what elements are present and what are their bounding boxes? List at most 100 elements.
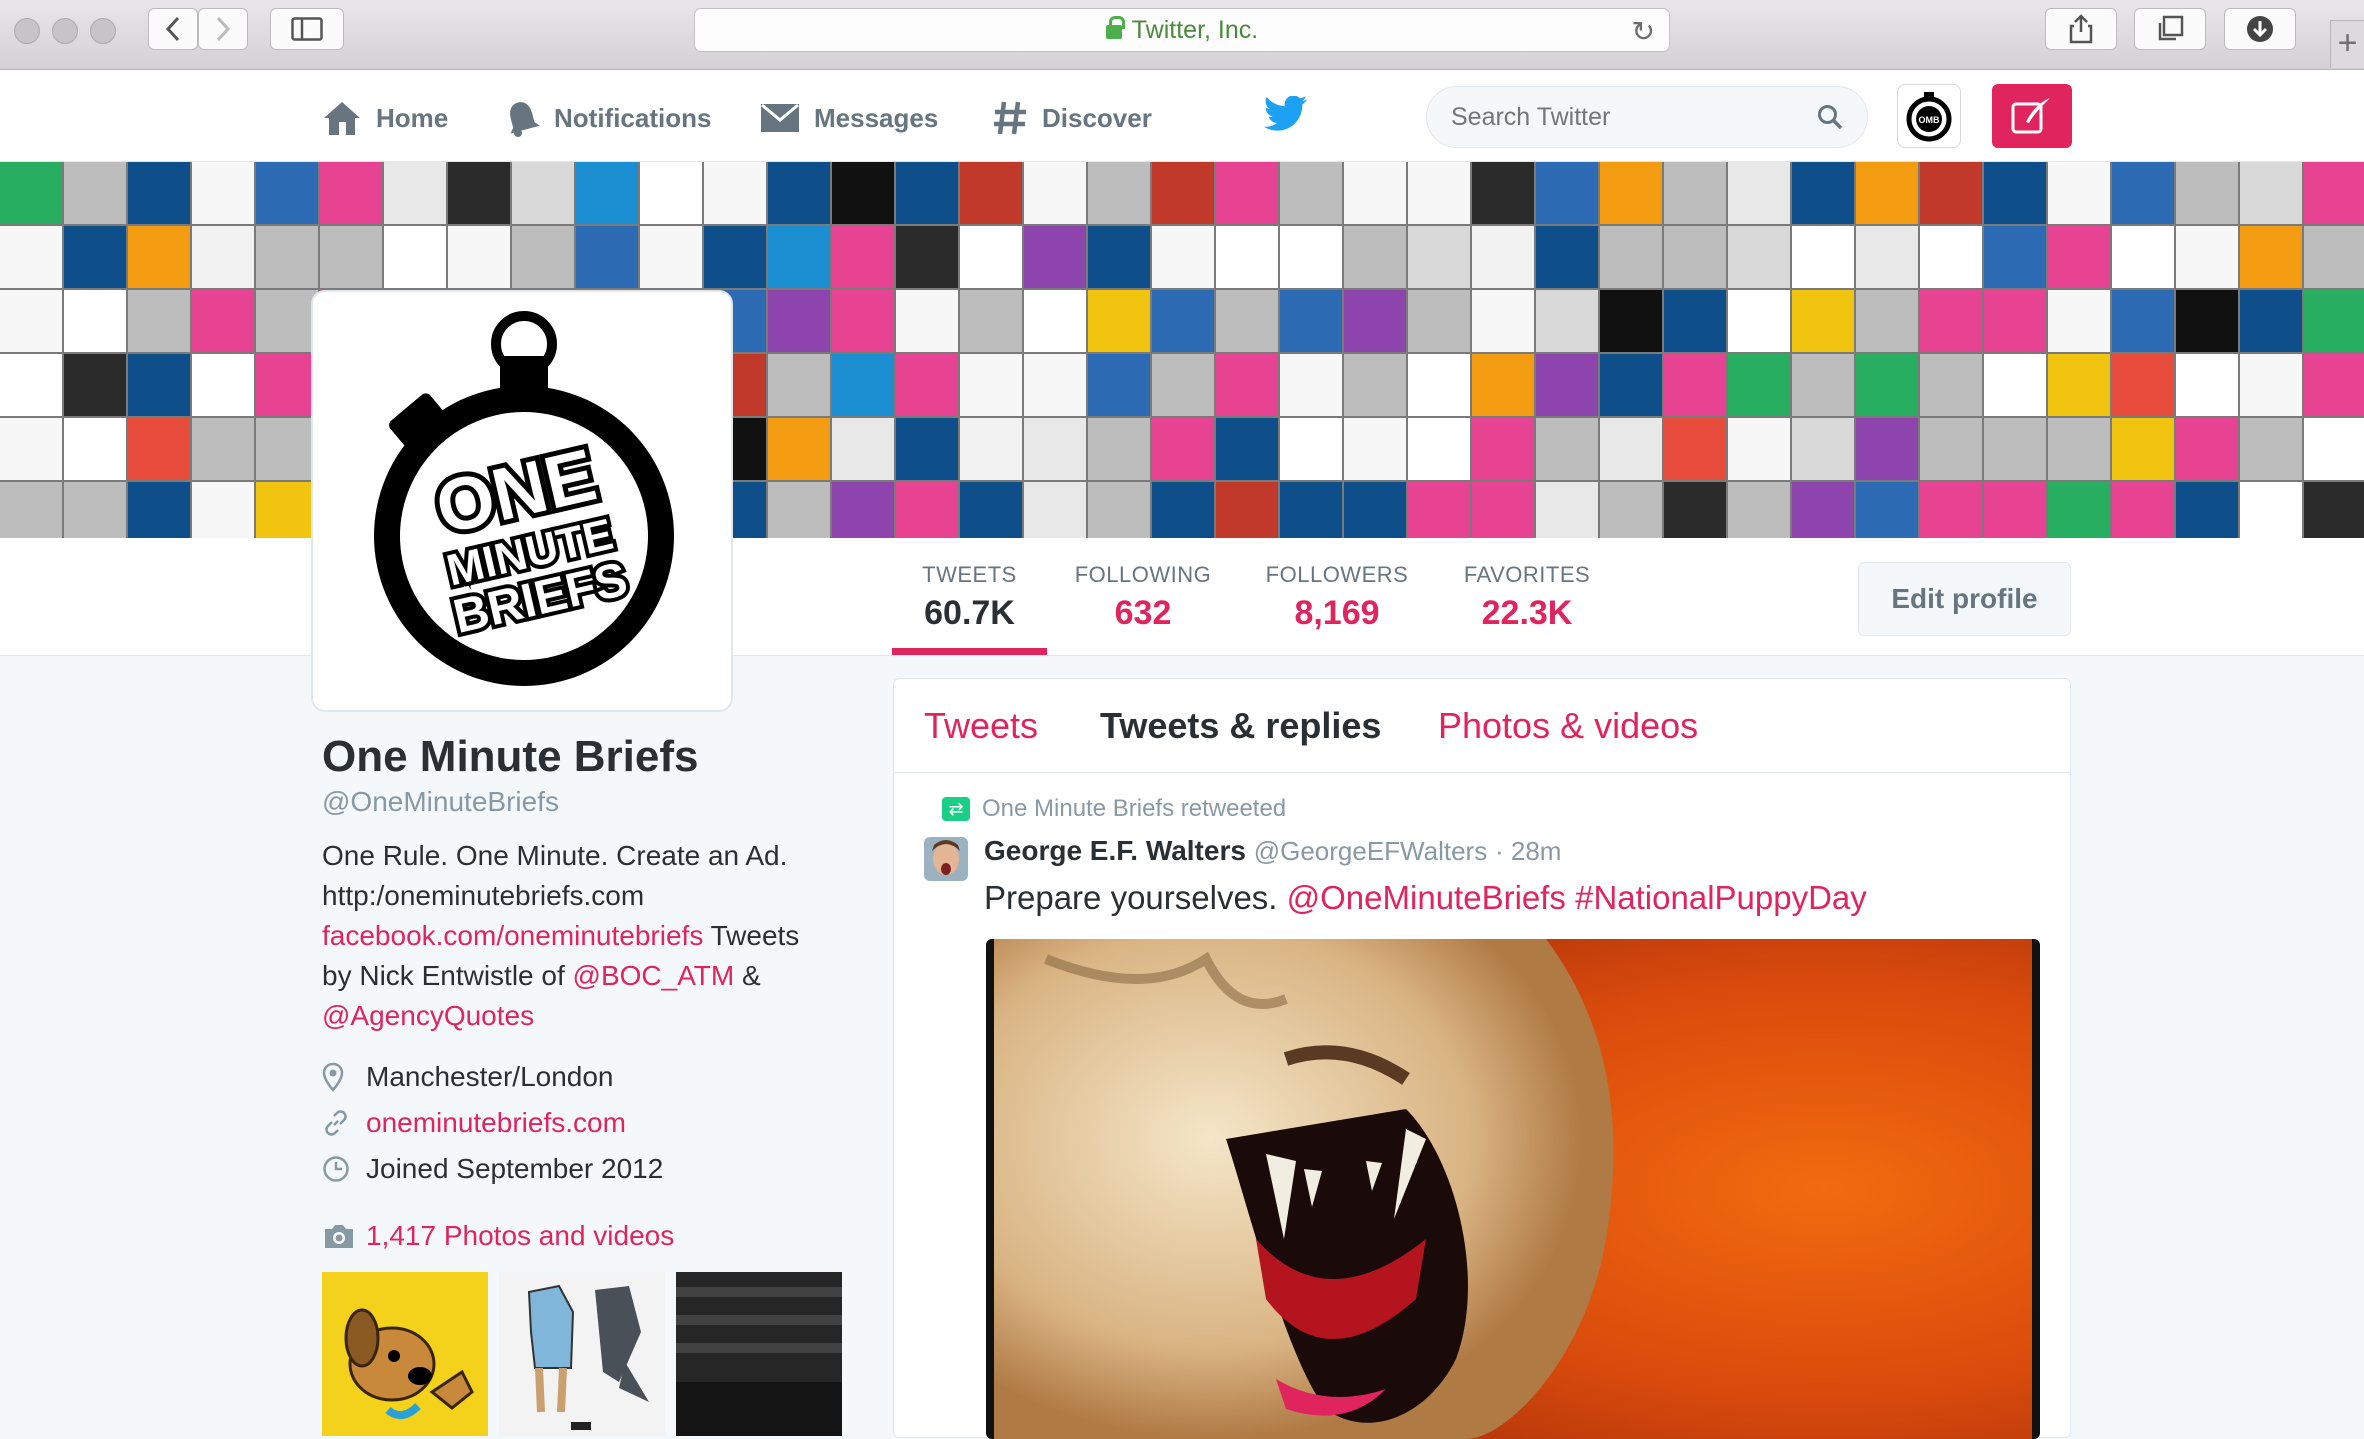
sidebar-button[interactable] xyxy=(270,8,344,50)
search-icon[interactable] xyxy=(1817,104,1843,130)
banner-tile xyxy=(832,162,894,224)
banner-tile xyxy=(0,162,62,224)
banner-tile xyxy=(832,354,894,416)
banner-tile xyxy=(2112,354,2174,416)
bio-line-4: by Nick Entwistle of @BOC_ATM & xyxy=(322,956,842,996)
back-button[interactable] xyxy=(148,8,198,50)
edit-profile-button[interactable]: Edit profile xyxy=(1858,562,2071,636)
banner-tile xyxy=(256,290,318,352)
stat-tweets[interactable]: TWEETS 60.7K xyxy=(892,562,1047,633)
clock-icon xyxy=(323,1156,349,1182)
banner-tile xyxy=(1664,418,1726,480)
url-text: Twitter, Inc. xyxy=(1131,15,1259,44)
one-minute-briefs-logo: ONE MINUTE BRIEFS xyxy=(374,311,674,686)
forward-button[interactable] xyxy=(198,8,248,50)
tweet-timestamp[interactable]: · 28m xyxy=(1495,836,1561,866)
banner-tile xyxy=(1344,418,1406,480)
banner-tile xyxy=(64,162,126,224)
banner-tile xyxy=(1728,162,1790,224)
profile-meta: Manchester/London oneminutebriefs.com Jo… xyxy=(322,1054,842,1192)
retweeted-by-text[interactable]: One Minute Briefs retweeted xyxy=(982,795,1286,823)
photo-thumb-dog[interactable] xyxy=(322,1272,488,1436)
tweet-author-handle[interactable]: @GeorgeEFWalters xyxy=(1254,836,1488,866)
banner-tile xyxy=(64,226,126,288)
photos-and-videos-link[interactable]: 1,417 Photos and videos xyxy=(322,1220,842,1252)
banner-tile xyxy=(1088,290,1150,352)
address-bar[interactable]: Twitter, Inc. ↻ xyxy=(694,8,1670,52)
search-input[interactable] xyxy=(1451,102,1817,132)
banner-tile xyxy=(1472,226,1534,288)
banner-tile xyxy=(256,226,318,288)
banner-tile xyxy=(1536,482,1598,538)
nav-messages[interactable]: Messages xyxy=(760,98,938,138)
tweet-hashtag[interactable]: #NationalPuppyDay xyxy=(1575,879,1867,916)
downloads-button[interactable] xyxy=(2224,8,2296,50)
banner-tile xyxy=(640,162,702,224)
banner-tile xyxy=(1792,482,1854,538)
close-window-button[interactable] xyxy=(14,18,40,44)
banner-tile xyxy=(0,418,62,480)
banner-tile xyxy=(2240,226,2302,288)
nav-discover[interactable]: Discover xyxy=(992,98,1152,138)
joined-row: Joined September 2012 xyxy=(322,1146,842,1192)
retweet-icon: ⇄ xyxy=(942,797,970,821)
bio-agency-mention[interactable]: @AgencyQuotes xyxy=(322,1000,534,1031)
messages-icon xyxy=(761,103,799,132)
banner-tile xyxy=(1600,290,1662,352)
tweet-mention[interactable]: @OneMinuteBriefs xyxy=(1287,879,1566,916)
browser-toolbar: Twitter, Inc. ↻ + xyxy=(0,0,2364,70)
banner-tile xyxy=(1088,226,1150,288)
author-photo xyxy=(924,837,968,881)
banner-tile xyxy=(1984,354,2046,416)
tweet-author-avatar[interactable] xyxy=(924,837,968,881)
banner-tile xyxy=(2048,354,2110,416)
profile-avatar[interactable]: ONE MINUTE BRIEFS xyxy=(311,290,733,712)
banner-tile xyxy=(2304,418,2364,480)
new-tab-button[interactable]: + xyxy=(2330,20,2364,68)
reload-icon[interactable]: ↻ xyxy=(1632,15,1655,48)
nav-discover-label: Discover xyxy=(1042,102,1152,133)
stat-following[interactable]: FOLLOWING 632 xyxy=(1068,562,1218,633)
profile-handle[interactable]: @OneMinuteBriefs xyxy=(322,786,842,818)
stat-followers-value: 8,169 xyxy=(1294,594,1380,632)
zoom-window-button[interactable] xyxy=(90,18,116,44)
search-box[interactable] xyxy=(1426,86,1868,148)
banner-tile xyxy=(1920,290,1982,352)
profile-name[interactable]: One Minute Briefs xyxy=(322,732,842,782)
tweet-author-name[interactable]: George E.F. Walters xyxy=(984,835,1246,866)
stat-favorites[interactable]: FAVORITES 22.3K xyxy=(1452,562,1602,633)
banner-tile xyxy=(896,482,958,538)
stopwatch-logo-icon: OMB xyxy=(1906,92,1952,142)
notifications-icon xyxy=(510,102,540,137)
banner-tile xyxy=(128,162,190,224)
nav-home[interactable]: Home xyxy=(322,98,448,138)
tab-photos-and-videos[interactable]: Photos & videos xyxy=(1438,705,1698,747)
share-button[interactable] xyxy=(2045,8,2117,50)
banner-tile xyxy=(960,482,1022,538)
photo-thumb-cups[interactable] xyxy=(676,1272,842,1436)
banner-tile xyxy=(1600,354,1662,416)
banner-tile xyxy=(1856,354,1918,416)
nav-notifications[interactable]: Notifications xyxy=(504,98,711,138)
banner-tile xyxy=(1664,162,1726,224)
tab-tweets-and-replies[interactable]: Tweets & replies xyxy=(1100,705,1381,747)
banner-tile xyxy=(1664,482,1726,538)
twitter-bird-icon[interactable] xyxy=(1263,95,1308,137)
banner-tile xyxy=(256,354,318,416)
banner-tile xyxy=(896,162,958,224)
banner-tile xyxy=(960,162,1022,224)
account-avatar-button[interactable]: OMB xyxy=(1897,84,1961,148)
photo-thumb-jacket[interactable] xyxy=(499,1272,665,1436)
banner-tile xyxy=(768,226,830,288)
tab-tweets[interactable]: Tweets xyxy=(924,705,1038,747)
bio-facebook-link[interactable]: facebook.com/oneminutebriefs xyxy=(322,920,703,951)
bio-boc-mention[interactable]: @BOC_ATM xyxy=(573,960,735,991)
profile-website-link[interactable]: oneminutebriefs.com xyxy=(366,1107,626,1139)
tabs-overview-button[interactable] xyxy=(2134,8,2206,50)
banner-tile xyxy=(320,162,382,224)
tweet-media[interactable] xyxy=(986,939,2040,1439)
minimize-window-button[interactable] xyxy=(52,18,78,44)
compose-tweet-button[interactable] xyxy=(1992,84,2072,148)
stat-followers[interactable]: FOLLOWERS 8,169 xyxy=(1262,562,1412,633)
camera-icon xyxy=(325,1225,353,1248)
